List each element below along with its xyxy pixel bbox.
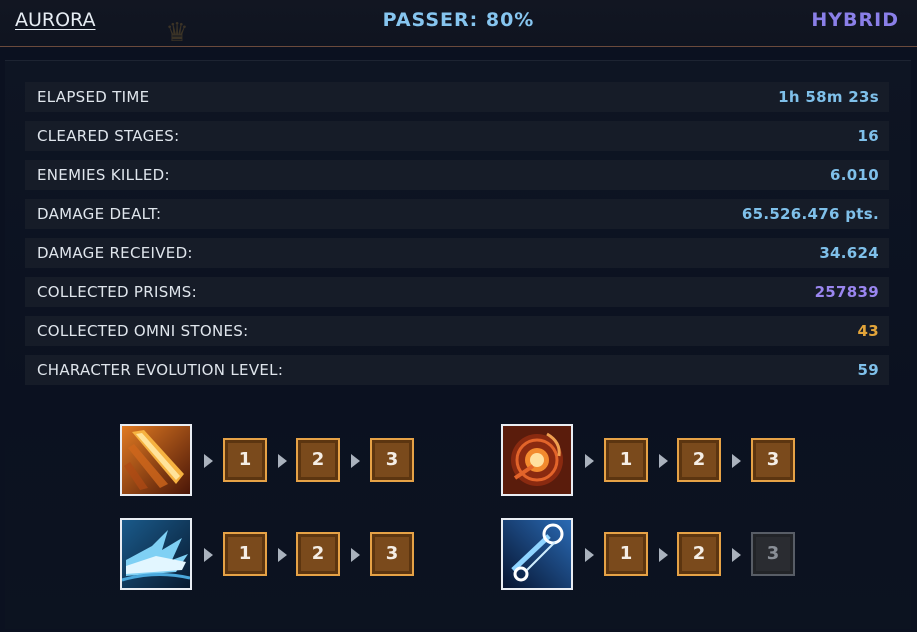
arrow-icon [659, 548, 668, 562]
arrow-icon [351, 454, 360, 468]
skill-level-2[interactable]: 2 [677, 438, 721, 482]
skill-level-3[interactable]: 3 [370, 438, 414, 482]
stat-row-damage-dealt: DAMAGE DEALT: 65.526.476 pts. [25, 199, 889, 229]
stat-row-omni-stones: COLLECTED OMNI STONES: 43 [25, 316, 889, 346]
skill-row-fire-orb: 1 2 3 [501, 424, 801, 500]
stat-row-collected-prisms: COLLECTED PRISMS: 257839 [25, 277, 889, 307]
stat-label: ENEMIES KILLED: [37, 166, 170, 184]
sword-slash-icon[interactable] [120, 424, 192, 496]
stat-row-cleared-stages: CLEARED STAGES: 16 [25, 121, 889, 151]
stat-value: 1h 58m 23s [778, 88, 879, 106]
stat-value: 34.624 [819, 244, 879, 262]
stat-row-elapsed-time: ELAPSED TIME 1h 58m 23s [25, 82, 889, 112]
stat-value: 43 [857, 322, 879, 340]
arrow-icon [659, 454, 668, 468]
skill-row-sword: 1 2 3 [120, 424, 420, 500]
stat-label: DAMAGE DEALT: [37, 205, 162, 223]
skill-level-3[interactable]: 3 [751, 438, 795, 482]
comet-icon[interactable] [501, 518, 573, 590]
arrow-icon [732, 454, 741, 468]
skill-level-1[interactable]: 1 [604, 532, 648, 576]
skill-level-2[interactable]: 2 [296, 438, 340, 482]
stat-label: CLEARED STAGES: [37, 127, 180, 145]
stat-value: 65.526.476 pts. [741, 205, 879, 223]
stat-row-enemies-killed: ENEMIES KILLED: 6.010 [25, 160, 889, 190]
stat-value: 59 [857, 361, 879, 379]
passer-percentage: PASSER: 80% [382, 9, 535, 31]
arrow-icon [732, 548, 741, 562]
stat-value: 6.010 [830, 166, 879, 184]
stat-value: 257839 [814, 283, 879, 301]
skill-row-ice-wave: 1 2 3 [120, 518, 420, 594]
arrow-icon [278, 454, 287, 468]
stat-label: CHARACTER EVOLUTION LEVEL: [37, 361, 284, 379]
stat-label: DAMAGE RECEIVED: [37, 244, 193, 262]
skill-level-2[interactable]: 2 [296, 532, 340, 576]
stats-list: ELAPSED TIME 1h 58m 23s CLEARED STAGES: … [25, 82, 889, 394]
skill-level-3[interactable]: 3 [370, 532, 414, 576]
skill-level-1[interactable]: 1 [223, 438, 267, 482]
stat-row-evolution-level: CHARACTER EVOLUTION LEVEL: 59 [25, 355, 889, 385]
arrow-icon [278, 548, 287, 562]
stat-value: 16 [857, 127, 879, 145]
stat-label: ELAPSED TIME [37, 88, 150, 106]
skill-row-comet: 1 2 3 [501, 518, 801, 594]
top-bar: AURORA ♛ PASSER: 80% HYBRID [0, 0, 917, 48]
ice-wave-icon[interactable] [120, 518, 192, 590]
skill-level-1[interactable]: 1 [223, 532, 267, 576]
stat-row-damage-received: DAMAGE RECEIVED: 34.624 [25, 238, 889, 268]
arrow-icon [585, 548, 594, 562]
stat-label: COLLECTED PRISMS: [37, 283, 197, 301]
stat-label: COLLECTED OMNI STONES: [37, 322, 249, 340]
character-class: HYBRID [811, 9, 899, 31]
arrow-icon [204, 548, 213, 562]
skill-level-1[interactable]: 1 [604, 438, 648, 482]
arrow-icon [204, 454, 213, 468]
skill-level-2[interactable]: 2 [677, 532, 721, 576]
arrow-icon [351, 548, 360, 562]
skill-level-3-locked: 3 [751, 532, 795, 576]
arrow-icon [585, 454, 594, 468]
fire-orb-icon[interactable] [501, 424, 573, 496]
